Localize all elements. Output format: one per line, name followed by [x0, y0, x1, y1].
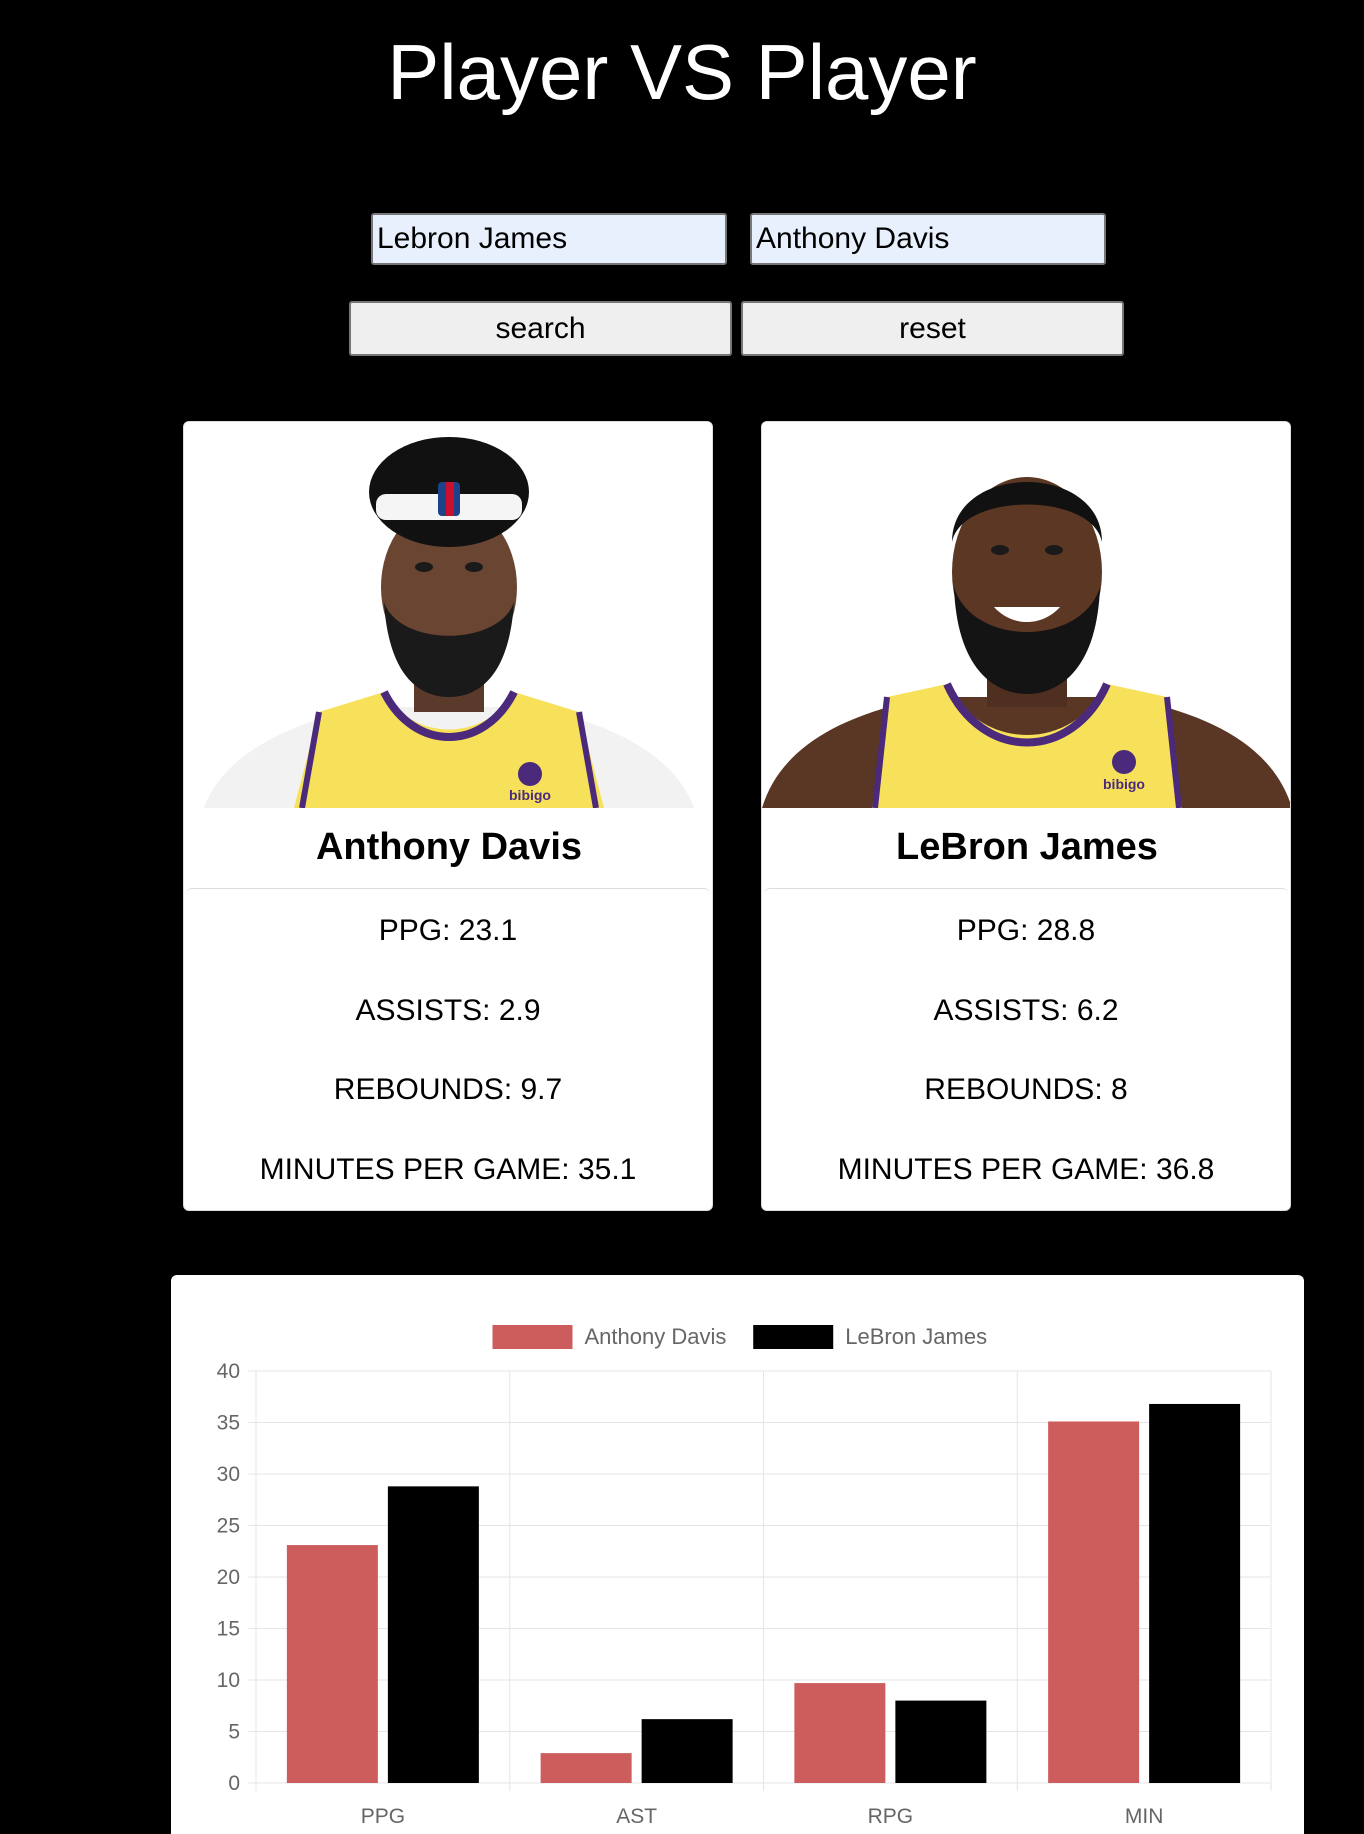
y-tick-label: 0 — [228, 1772, 240, 1795]
player-card: bibigo LeBron James PPG: 28.8 ASSISTS: 6… — [761, 421, 1291, 1211]
player1-input[interactable] — [371, 213, 727, 265]
x-tick-label: RPG — [868, 1805, 914, 1828]
y-tick-label: 15 — [217, 1618, 240, 1641]
player-photo-illustration: bibigo — [762, 422, 1290, 808]
bar-chart: 0 5 10 15 20 25 30 35 40 PPG AST RPG MIN Anthony Davi… — [217, 1324, 1272, 1828]
stat-assists: ASSISTS: 2.9 — [355, 994, 541, 1027]
svg-text:bibigo: bibigo — [1103, 776, 1145, 792]
bar — [641, 1719, 733, 1783]
player-card: bibigo Anthony Davis PPG: 23.1 ASSISTS: … — [183, 421, 713, 1211]
legend-label: Anthony Davis — [585, 1324, 727, 1349]
stat-rebounds: REBOUNDS: 9.7 — [333, 1073, 563, 1106]
player-stats: PPG: 23.1 ASSISTS: 2.9 REBOUNDS: 9.7 MIN… — [186, 888, 710, 1209]
search-button[interactable]: search — [349, 301, 732, 356]
legend-label: LeBron James — [845, 1324, 987, 1349]
player-name: LeBron James — [896, 826, 1158, 868]
y-tick-label: 40 — [217, 1360, 240, 1383]
stat-ppg: PPG: 28.8 — [956, 914, 1096, 947]
legend-swatch — [492, 1325, 573, 1349]
player2-input[interactable] — [750, 213, 1106, 265]
bar — [1149, 1403, 1241, 1783]
bar — [387, 1486, 479, 1783]
stat-assists: ASSISTS: 6.2 — [933, 994, 1119, 1027]
bar — [286, 1545, 378, 1783]
player-name: Anthony Davis — [315, 826, 583, 868]
reset-button[interactable]: reset — [741, 301, 1124, 356]
player-stats: PPG: 28.8 ASSISTS: 6.2 REBOUNDS: 8 MINUT… — [764, 888, 1288, 1209]
x-tick-label: MIN — [1125, 1805, 1164, 1828]
y-tick-label: 30 — [217, 1463, 240, 1486]
comparison-chart: 0 5 10 15 20 25 30 35 40 PPG AST RPG MIN Anthony Davi… — [171, 1275, 1304, 1834]
stat-ppg: PPG: 23.1 — [378, 914, 518, 947]
y-tick-label: 25 — [217, 1515, 240, 1538]
y-tick-label: 5 — [228, 1721, 240, 1744]
y-tick-label: 20 — [217, 1566, 240, 1589]
bar — [540, 1753, 632, 1783]
player-photo-illustration: bibigo — [184, 422, 712, 808]
bar — [1048, 1421, 1140, 1783]
stat-minutes: MINUTES PER GAME: 36.8 — [837, 1153, 1215, 1186]
y-tick-label: 35 — [217, 1412, 240, 1435]
page: Player VS Player search reset — [0, 0, 1364, 1834]
x-tick-label: PPG — [361, 1805, 405, 1828]
x-tick-label: AST — [616, 1805, 657, 1828]
player-photo: bibigo — [184, 422, 712, 808]
svg-text:bibigo: bibigo — [509, 787, 551, 803]
y-tick-label: 10 — [217, 1669, 240, 1692]
legend-swatch — [753, 1325, 834, 1349]
bar — [895, 1700, 987, 1783]
bar — [794, 1683, 886, 1783]
page-title: Player VS Player — [387, 28, 977, 116]
stat-rebounds: REBOUNDS: 8 — [924, 1073, 1128, 1106]
player-photo: bibigo — [762, 422, 1290, 808]
stat-minutes: MINUTES PER GAME: 35.1 — [259, 1153, 637, 1186]
